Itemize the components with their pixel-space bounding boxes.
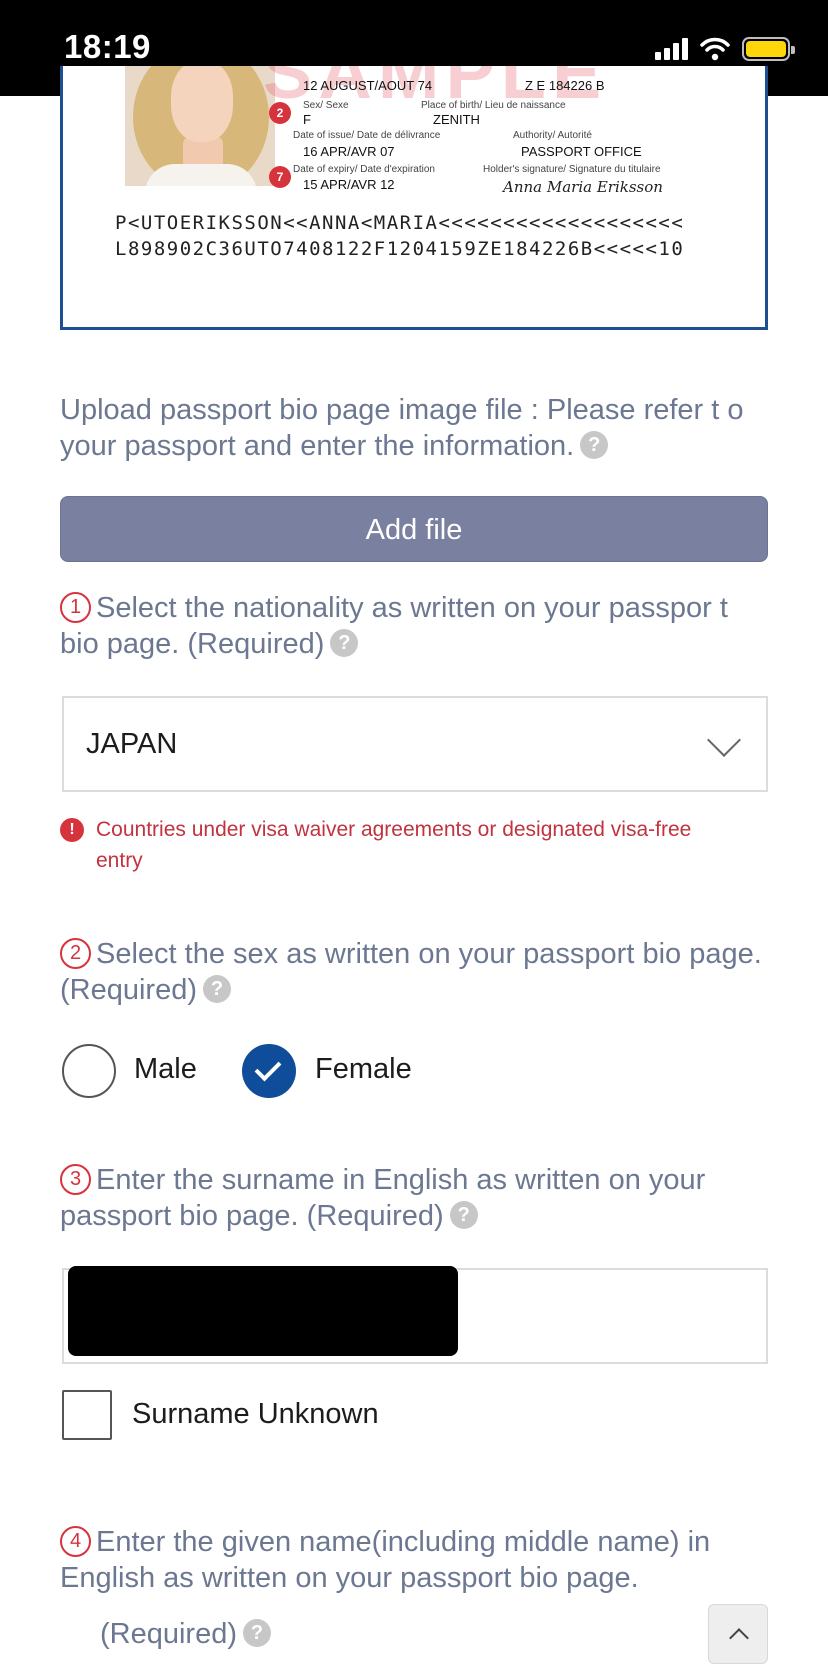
authority-value: PASSPORT OFFICE: [521, 144, 642, 159]
given-name-required-text: (Required): [100, 1618, 237, 1650]
surname-label-text: Enter the surname in English as written …: [60, 1164, 706, 1232]
question-circle-icon[interactable]: ?: [580, 431, 609, 460]
surname-label: 3 Enter the surname in English as written…: [60, 1162, 770, 1234]
nationality-label-text: Select the nationality as written on you…: [60, 592, 728, 660]
signal-icon: [655, 38, 688, 60]
chevron-up-icon: [729, 1628, 749, 1648]
status-time: 18:19: [64, 28, 151, 65]
authority-label: Authority/ Autorité: [513, 130, 592, 141]
given-name-label: 4 Enter the given name(including middle n…: [60, 1524, 770, 1596]
sex-option-male-label[interactable]: Male: [134, 1053, 197, 1086]
holder-signature: Anna Maria Eriksson: [503, 178, 663, 196]
wifi-icon: [700, 37, 730, 61]
upload-instruction: Upload passport bio page image file : Pl…: [60, 392, 770, 464]
surname-input[interactable]: [62, 1266, 768, 1364]
date-of-expiry-value: 15 APR/AVR 12: [303, 177, 395, 192]
sex-option-female-label[interactable]: Female: [315, 1053, 412, 1086]
checkmark-icon: [254, 1054, 282, 1082]
place-of-birth-label: Place of birth/ Lieu de naissance: [421, 100, 566, 111]
sex-value: F: [303, 112, 311, 127]
step-number-2: 2: [60, 937, 91, 969]
given-name-required: (Required)?: [100, 1616, 660, 1652]
sex-radio-male[interactable]: [62, 1044, 116, 1098]
sex-label: 2 Select the sex as written on your passp…: [60, 936, 770, 1008]
exclamation-circle-icon: !: [60, 818, 84, 842]
personal-number-value: Z E 184226 B: [525, 78, 605, 93]
sex-marker: 2: [269, 102, 291, 124]
sex-label: Sex/ Sexe: [303, 100, 349, 111]
step-number-1: 1: [60, 591, 91, 623]
birth-date-value: 12 AUGUST/AOUT 74: [303, 78, 433, 93]
nationality-notice-text: Countries under visa waiver agreements o…: [96, 818, 692, 872]
scroll-to-top-button[interactable]: [708, 1604, 768, 1664]
surname-unknown-checkbox[interactable]: [62, 1390, 112, 1440]
chevron-down-icon: [707, 723, 741, 757]
nationality-label: 1 Select the nationality as written on yo…: [60, 590, 770, 662]
place-of-birth-value: ZENITH: [433, 112, 480, 127]
step-number-4: 4: [60, 1525, 91, 1557]
mrz-line-1: P<UTOERIKSSON<<ANNA<MARIA<<<<<<<<<<<<<<<…: [115, 212, 685, 234]
surname-unknown-label[interactable]: Surname Unknown: [132, 1398, 379, 1431]
upload-instruction-text: Upload passport bio page image file : Pl…: [60, 394, 744, 462]
mrz-line-2: L898902C36UTO7408122F1204159ZE184226B<<<…: [115, 238, 685, 260]
sex-label-text: Select the sex as written on your passpo…: [60, 938, 762, 1006]
given-name-label-text: Enter the given name(including middle na…: [60, 1526, 711, 1594]
passport-photo: [125, 66, 275, 186]
date-of-expiry-label: Date of expiry/ Date d'expiration: [293, 164, 435, 175]
sex-radio-female[interactable]: [242, 1044, 296, 1098]
passport-sample-image: SAMPLE 12 AUGUST/AOUT 74 Z E 184226 B 2 …: [60, 66, 768, 330]
question-circle-icon[interactable]: ?: [203, 975, 231, 1004]
battery-icon: [742, 37, 795, 61]
expiry-marker: 7: [269, 166, 291, 188]
nationality-select[interactable]: JAPAN: [62, 696, 768, 792]
date-of-issue-value: 16 APR/AVR 07: [303, 144, 395, 159]
step-number-3: 3: [60, 1163, 91, 1195]
status-icons: [655, 34, 795, 64]
question-circle-icon[interactable]: ?: [449, 1201, 478, 1230]
question-circle-icon[interactable]: ?: [243, 1619, 271, 1648]
redacted-surname-value: [68, 1266, 458, 1356]
nationality-selected-value: JAPAN: [86, 728, 178, 760]
signature-label: Holder's signature/ Signature du titulai…: [483, 164, 661, 175]
date-of-issue-label: Date of issue/ Date de délivrance: [293, 130, 441, 141]
question-circle-icon[interactable]: ?: [330, 629, 359, 658]
add-file-button[interactable]: Add file: [60, 496, 768, 562]
